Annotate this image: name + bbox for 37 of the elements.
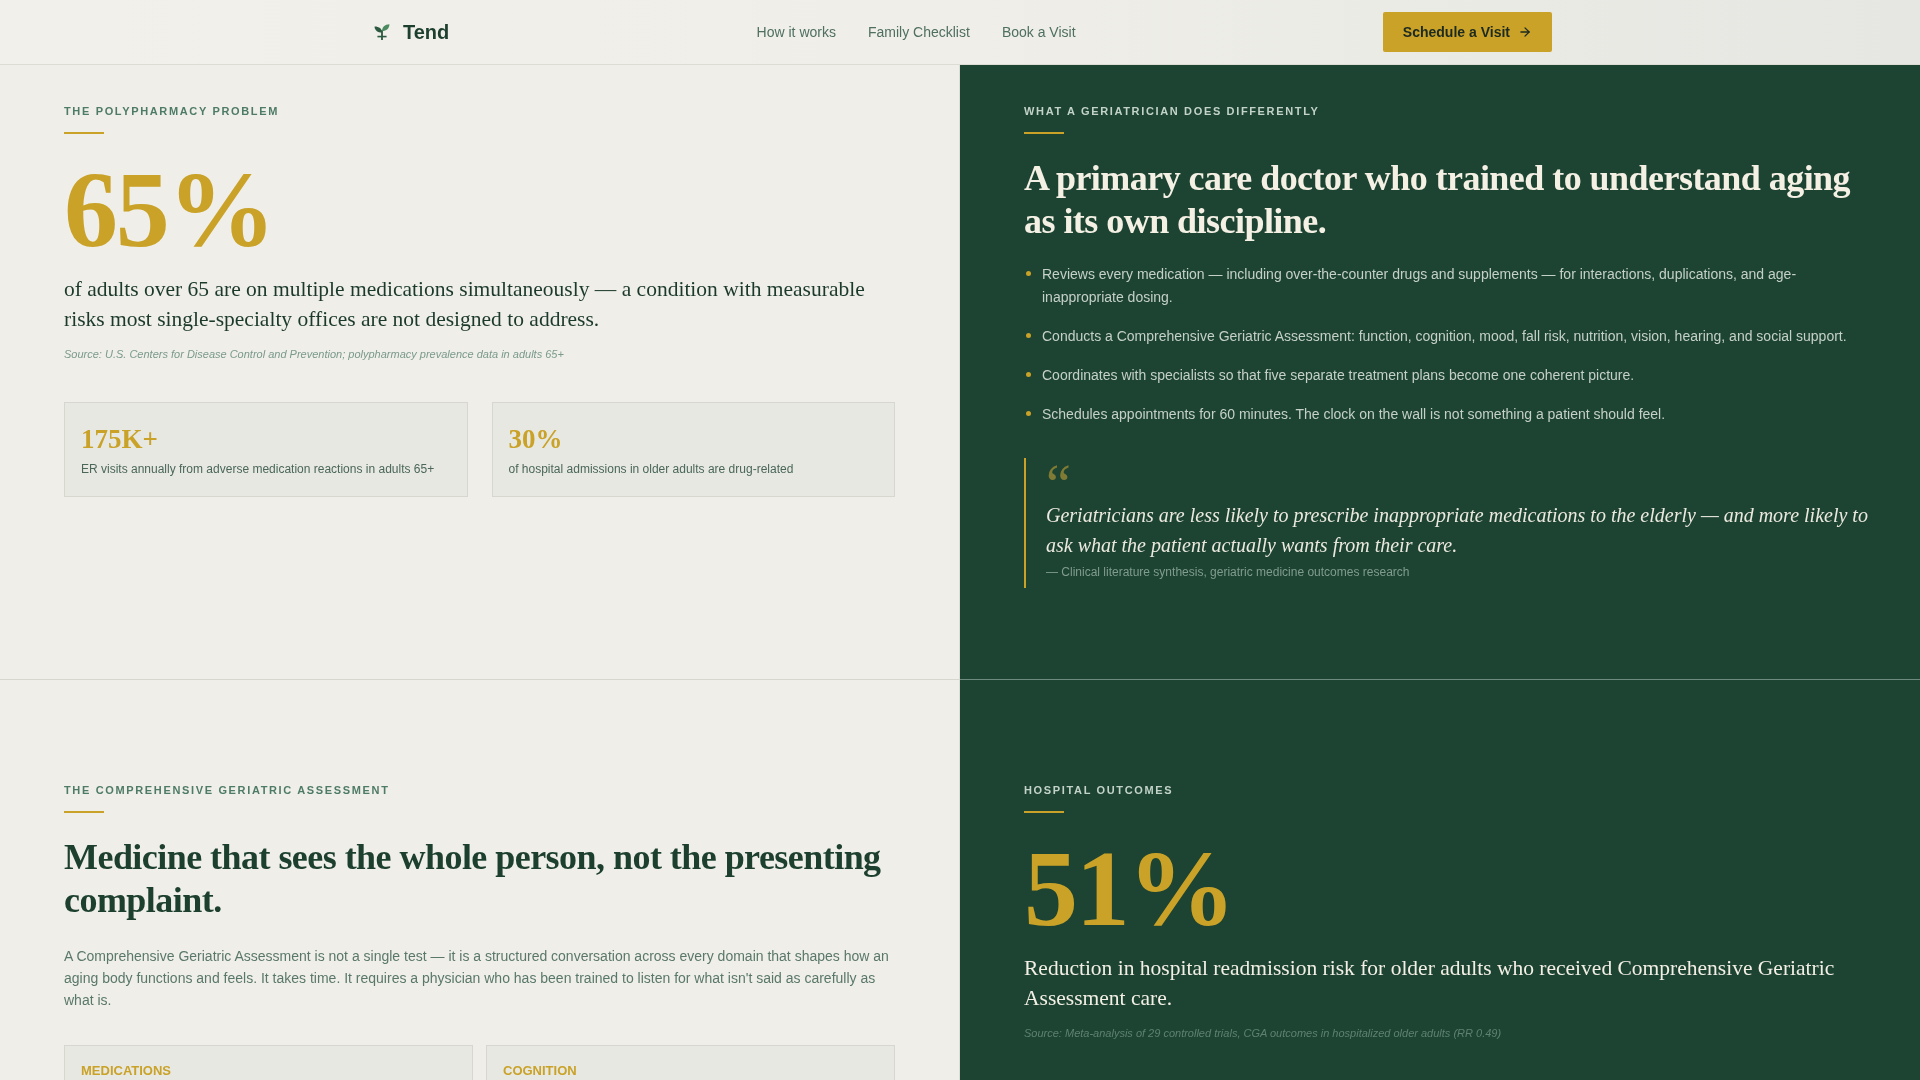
source-note: Source: U.S. Centers for Disease Control and Prevention; polypharmacy prevalence data in adults 65+ [64, 347, 565, 362]
quote-mark: “ [1046, 464, 1071, 492]
bullet-text: Conducts a Comprehensive Geriatric Assessment: function, cognition, mood, fall risk, nutrition, vision, hearing, and social support. [1042, 327, 1847, 346]
stat-value: 175K+ [81, 423, 159, 455]
section-heading: Medicine that sees the whole person, not the presenting complaint. [64, 836, 882, 922]
bullet-icon [1026, 372, 1031, 377]
source-note: Source: Meta-analysis of 29 controlled trials, CGA outcomes in hospitalized older adults (RR 0.49) [1024, 1026, 1503, 1041]
quote-text: Geriatricians are less likely to prescribe inappropriate medications to the elderly — and more likely to ask what the patient actually wants from their care. [1046, 503, 1868, 559]
schedule-button[interactable]: Schedule a Visit [1382, 12, 1552, 52]
stat-caption: of hospital admissions in older adults are drug-related [508, 461, 795, 477]
bullet-text: Coordinates with specialists so that five separate treatment plans become one coherent picture. [1042, 366, 1635, 385]
quote-attribution: — Clinical literature synthesis, geriatric medicine outcomes research [1046, 564, 1411, 580]
domain-label: COGNITION [503, 1063, 578, 1079]
bullet-icon [1026, 411, 1031, 416]
nav-link[interactable]: Family Checklist [867, 24, 970, 40]
stat-description: of adults over 65 are on multiple medications simultaneously — a condition with measurable risks most single-specialty offices are not designed to address. [64, 276, 866, 333]
body-text: A Comprehensive Geriatric Assessment is not a single test — it is a structured conversation across every domain that shapes how an aging body functions and feels. It takes time. It requires a physician who has been trained to listen for what isn't said as carefully as what is. [64, 947, 890, 1010]
section-heading: A primary care doctor who trained to understand aging as its own discipline. [1024, 157, 1852, 243]
nav-link[interactable]: How it works [756, 24, 836, 40]
stat-value: 30% [508, 423, 564, 455]
domain-label: MEDICATIONS [81, 1063, 173, 1079]
section-eyebrow: HOSPITAL OUTCOMES [1024, 783, 1174, 797]
brand-name[interactable]: Tend [403, 20, 450, 44]
section-eyebrow: THE POLYPHARMACY PROBLEM [64, 104, 279, 118]
section-eyebrow: THE COMPREHENSIVE GERIATRIC ASSESSMENT [64, 783, 390, 797]
section-eyebrow: WHAT A GERIATRICIAN DOES DIFFERENTLY [1024, 104, 1320, 118]
sprout-icon [374, 24, 390, 40]
bullet-text: Schedules appointments for 60 minutes. The clock on the wall is not something a patient should feel. [1042, 405, 1666, 424]
arrow-right-icon [1518, 25, 1532, 39]
stat-description: Reduction in hospital readmission risk for older adults who received Comprehensive Geriatric Assessment care. [1024, 955, 1836, 1012]
stat-caption: ER visits annually from adverse medication reactions in adults 65+ [81, 461, 436, 477]
bullet-icon [1026, 271, 1031, 276]
stat-figure: 65% [64, 156, 274, 264]
bullet-icon [1026, 333, 1031, 338]
bullet-text: Reviews every medication — including over-the-counter drugs and supplements — for interactions, duplications, and age-inappropriate dosing. [1042, 265, 1798, 307]
nav-link[interactable]: Book a Visit [1001, 24, 1076, 40]
stat-figure: 51% [1024, 835, 1234, 943]
